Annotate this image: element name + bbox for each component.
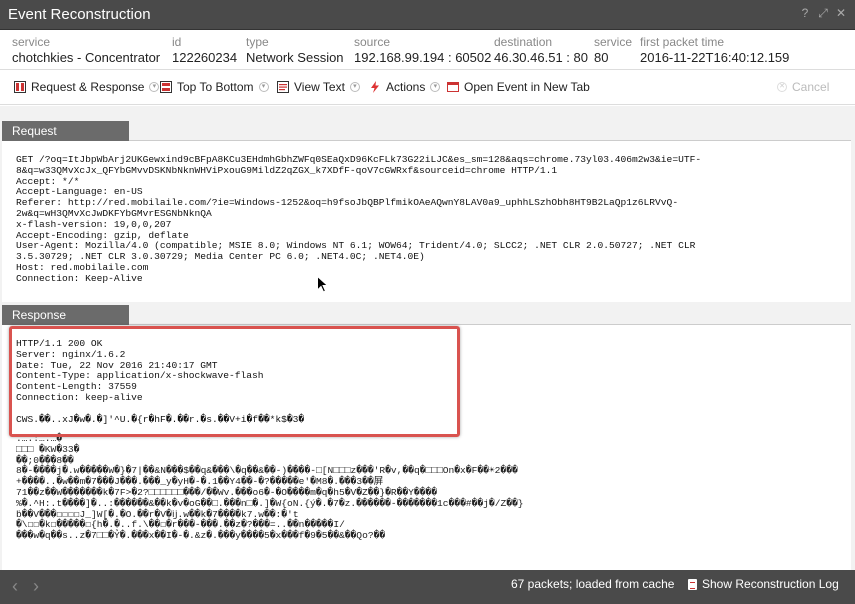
cancel-label: Cancel: [792, 80, 830, 94]
chevron-down-icon: ▾: [149, 82, 160, 92]
request-response-dropdown[interactable]: Request & Response ▾: [14, 80, 160, 94]
reconstruction-toolbar: Request & Response ▾ Top To Bottom ▾ Vie…: [0, 71, 855, 105]
meta-label: source: [354, 35, 391, 49]
expand-icon[interactable]: ⤢: [817, 7, 829, 19]
packet-count: 67 packets; loaded from cache: [511, 577, 675, 591]
help-icon[interactable]: ?: [799, 7, 811, 19]
cancel-button[interactable]: ✕ Cancel: [777, 80, 829, 94]
window-controls: ? ⤢ ✕: [799, 7, 847, 19]
open-new-tab-button[interactable]: Open Event in New Tab: [447, 80, 590, 94]
show-reconstruction-log-button[interactable]: Show Reconstruction Log: [688, 577, 839, 591]
view-text-dropdown[interactable]: View Text ▾: [277, 80, 360, 94]
meta-value: 122260234: [172, 50, 238, 65]
meta-id: id 122260234: [172, 35, 237, 66]
meta-first-packet-time: first packet time 2016-11-22T16:40:12.15…: [640, 35, 789, 66]
next-icon[interactable]: ›: [33, 576, 39, 596]
meta-source: source 192.168.99.194 : 60502: [354, 35, 491, 66]
meta-value: Network Session: [246, 50, 344, 65]
meta-label: type: [246, 35, 269, 49]
meta-service: service chotchkies - Concentrator: [12, 35, 160, 66]
top-to-bottom-dropdown[interactable]: Top To Bottom ▾: [160, 80, 269, 94]
log-icon: [688, 578, 697, 590]
window-titlebar: Event Reconstruction ? ⤢ ✕: [0, 0, 855, 30]
close-icon[interactable]: ✕: [835, 7, 847, 19]
meta-value: 80: [594, 50, 609, 65]
response-highlight-box: [9, 326, 460, 437]
meta-label: first packet time: [640, 35, 725, 49]
layout-icon: [160, 81, 172, 93]
cancel-icon: ✕: [777, 82, 787, 92]
meta-label: destination: [494, 35, 553, 49]
actions-label: Actions: [386, 80, 426, 94]
top-to-bottom-label: Top To Bottom: [177, 80, 254, 94]
new-tab-icon: [447, 81, 459, 93]
meta-value: 46.30.46.51 : 80: [494, 50, 588, 65]
response-section-header: Response: [2, 305, 129, 325]
previous-icon[interactable]: ‹: [12, 576, 18, 596]
meta-label: service: [594, 35, 633, 49]
chevron-down-icon: ▾: [430, 82, 441, 92]
open-new-tab-label: Open Event in New Tab: [464, 80, 590, 94]
view-text-label: View Text: [294, 80, 345, 94]
meta-label: id: [172, 35, 182, 49]
response-binary-text: .….:….…� □□□ �KW�33� ��;0���8�� 8�-����j…: [16, 433, 524, 542]
meta-service-port: service 80: [594, 35, 632, 66]
status-bar: ‹ › 67 packets; loaded from cache Show R…: [0, 570, 855, 604]
meta-label: service: [12, 35, 51, 49]
show-log-label: Show Reconstruction Log: [702, 577, 839, 591]
chevron-down-icon: ▾: [349, 82, 360, 92]
lightning-icon: [369, 81, 381, 93]
meta-type: type Network Session: [246, 35, 344, 66]
meta-value: 192.168.99.194 : 60502: [354, 50, 492, 65]
split-view-icon: [14, 81, 26, 93]
pager-nav: ‹ ›: [12, 576, 39, 597]
meta-value: chotchkies - Concentrator: [12, 50, 161, 65]
chevron-down-icon: ▾: [258, 82, 269, 92]
request-text: GET /?oq=ItJbpWbArj2UKGewxind9cBFpA8KCu3…: [16, 154, 702, 284]
actions-dropdown[interactable]: Actions ▾: [369, 80, 441, 94]
text-view-icon: [277, 81, 289, 93]
event-meta-row: service chotchkies - Concentrator id 122…: [0, 30, 855, 70]
meta-destination: destination 46.30.46.51 : 80: [494, 35, 588, 66]
meta-value: 2016-11-22T16:40:12.159: [640, 50, 790, 65]
request-section-header: Request: [2, 121, 129, 141]
mouse-cursor-icon: [317, 275, 329, 296]
window-title: Event Reconstruction: [8, 6, 151, 23]
request-response-label: Request & Response: [31, 80, 145, 94]
